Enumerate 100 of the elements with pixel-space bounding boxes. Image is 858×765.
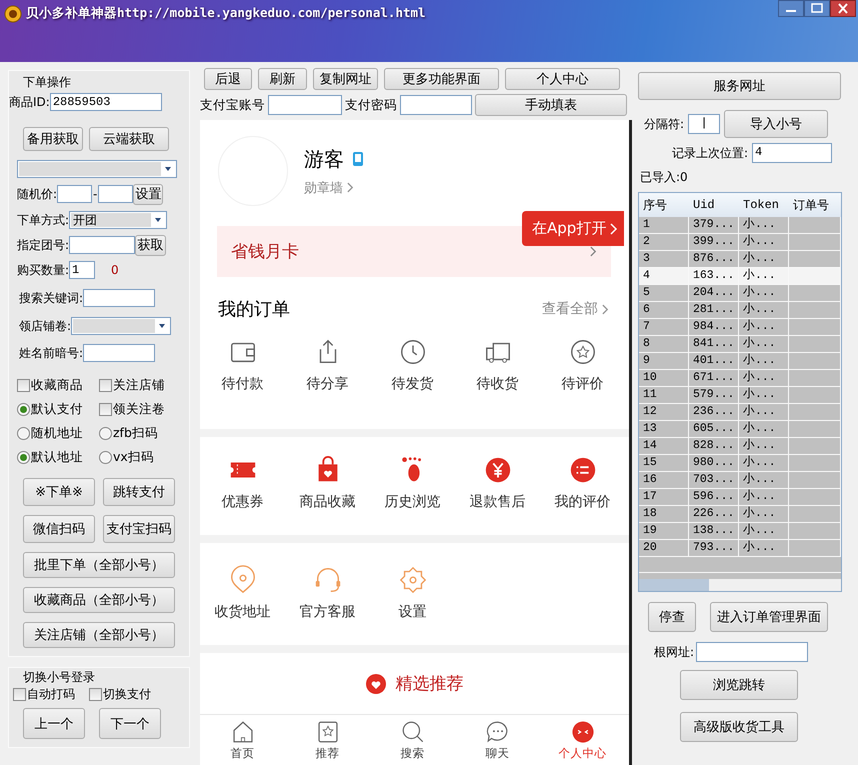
- chevron-icon: [590, 246, 597, 257]
- min-price-field[interactable]: [57, 185, 92, 203]
- table-row[interactable]: 19 138... 小...: [639, 523, 841, 540]
- service-link[interactable]: 退款售后: [470, 493, 526, 511]
- action-button[interactable]: 收藏商品（全部小号）: [23, 587, 175, 613]
- root-url-field[interactable]: [696, 642, 808, 662]
- order-status-link[interactable]: 待收货: [476, 375, 518, 393]
- stop-button[interactable]: 停查: [648, 602, 696, 632]
- column-header[interactable]: Token: [739, 198, 789, 212]
- table-row[interactable]: 12 236... 小...: [639, 404, 841, 421]
- table-row[interactable]: 17 596... 小...: [639, 489, 841, 506]
- radio-button[interactable]: [99, 451, 112, 464]
- fetch-button[interactable]: 备用获取: [23, 127, 83, 151]
- separator-field[interactable]: |: [688, 114, 720, 134]
- set-button[interactable]: 设置: [133, 184, 164, 204]
- checkbox[interactable]: [99, 379, 112, 392]
- fill-form-button[interactable]: 手动填表: [475, 94, 627, 116]
- badge-wall-link[interactable]: 勋章墙: [304, 178, 364, 196]
- table-row[interactable]: 13 605... 小...: [639, 421, 841, 438]
- table-row[interactable]: 14 828... 小...: [639, 438, 841, 455]
- import-button[interactable]: 导入小号: [724, 110, 828, 138]
- last-position-field[interactable]: 4: [752, 143, 832, 163]
- table-row[interactable]: 15 980... 小...: [639, 455, 841, 472]
- action-button[interactable]: 关注店铺（全部小号）: [23, 622, 175, 648]
- column-header[interactable]: 订单号: [789, 196, 841, 214]
- radio-button[interactable]: [99, 427, 112, 440]
- toolbar-button[interactable]: 复制网址: [313, 68, 378, 90]
- table-row[interactable]: 7 984... 小...: [639, 319, 841, 336]
- group-number-field[interactable]: [69, 236, 136, 254]
- nav-tab[interactable]: 推荐: [285, 715, 370, 765]
- checkbox[interactable]: [17, 379, 30, 392]
- table-row[interactable]: 2 399... 小...: [639, 234, 841, 251]
- table-row[interactable]: 9 401... 小...: [639, 353, 841, 370]
- toolbar-button[interactable]: 个人中心: [505, 68, 620, 90]
- advanced-tool-button[interactable]: 高级版收货工具: [680, 712, 798, 742]
- table-row[interactable]: 8 841... 小...: [639, 336, 841, 353]
- toolbar-button[interactable]: 后退: [204, 68, 252, 90]
- scrollbar-thumb[interactable]: [639, 579, 709, 591]
- radio-button[interactable]: [17, 451, 30, 464]
- view-all-link[interactable]: 查看全部: [542, 300, 609, 318]
- alipay-account-field[interactable]: [268, 95, 342, 115]
- radio-button[interactable]: [17, 427, 30, 440]
- service-link[interactable]: 优惠券: [222, 493, 264, 511]
- order-status-link[interactable]: 待付款: [222, 375, 264, 393]
- coupon-dropdown[interactable]: [71, 317, 172, 335]
- browse-button[interactable]: 浏览跳转: [680, 670, 798, 700]
- get-button[interactable]: 获取: [135, 234, 166, 256]
- service-link[interactable]: 历史浏览: [384, 493, 440, 511]
- action-button[interactable]: ※下单※: [23, 478, 95, 506]
- close-button[interactable]: [830, 0, 856, 17]
- action-button[interactable]: 微信扫码: [23, 515, 95, 543]
- table-row[interactable]: 18 226... 小...: [639, 506, 841, 523]
- service-link[interactable]: 我的评价: [554, 493, 610, 511]
- nav-tab[interactable]: 首页: [200, 715, 285, 765]
- toolbar-button[interactable]: 更多功能界面: [384, 68, 499, 90]
- order-mode-dropdown[interactable]: 开团: [69, 211, 168, 229]
- tool-link[interactable]: 收货地址: [214, 603, 270, 621]
- field-label: 姓名前暗号:: [19, 344, 84, 362]
- order-status-link[interactable]: 待发货: [392, 375, 434, 393]
- checkbox[interactable]: [99, 403, 112, 416]
- previous-button[interactable]: 上一个: [23, 708, 85, 739]
- nav-tab[interactable]: 搜索: [370, 715, 455, 765]
- alipay-password-field[interactable]: [400, 95, 472, 115]
- checkbox[interactable]: [13, 688, 26, 701]
- name-code-field[interactable]: [83, 344, 156, 362]
- order-management-button[interactable]: 进入订单管理界面: [710, 602, 828, 632]
- toolbar-button[interactable]: 刷新: [258, 68, 307, 90]
- checkbox[interactable]: [89, 688, 102, 701]
- radio-button[interactable]: [17, 403, 30, 416]
- table-row[interactable]: 4 163... 小...: [639, 268, 841, 285]
- max-price-field[interactable]: [98, 185, 134, 203]
- table-row[interactable]: 5 204... 小...: [639, 285, 841, 302]
- action-button[interactable]: 跳转支付: [103, 478, 175, 506]
- tool-link[interactable]: 设置: [398, 603, 426, 621]
- service-link[interactable]: 商品收藏: [300, 493, 356, 511]
- minimize-button[interactable]: [778, 0, 804, 17]
- order-status-link[interactable]: 待分享: [306, 375, 348, 393]
- nav-tab[interactable]: 个人中心: [540, 715, 625, 765]
- column-header[interactable]: Uid: [689, 198, 739, 212]
- action-button[interactable]: 支付宝扫码: [103, 515, 175, 543]
- column-header[interactable]: 序号: [639, 196, 689, 214]
- service-url-button[interactable]: 服务网址: [638, 72, 841, 100]
- fetch-button[interactable]: 云端获取: [89, 127, 169, 151]
- table-row[interactable]: 11 579... 小...: [639, 387, 841, 404]
- field-label: 记录上次位置:: [672, 144, 748, 162]
- quantity-field[interactable]: 1: [69, 261, 96, 279]
- table-row[interactable]: 10 671... 小...: [639, 370, 841, 387]
- open-in-app-button[interactable]: 在App打开: [522, 211, 624, 246]
- table-row[interactable]: 1 379... 小...: [639, 217, 841, 234]
- tool-link[interactable]: 官方客服: [300, 603, 356, 621]
- dropdown[interactable]: [17, 160, 177, 178]
- nav-tab[interactable]: 聊天: [455, 715, 540, 765]
- table-row[interactable]: 16 703... 小...: [639, 472, 841, 489]
- order-status-link[interactable]: 待评价: [562, 375, 604, 393]
- product-id-field[interactable]: 28859503: [50, 93, 162, 111]
- next-button[interactable]: 下一个: [99, 708, 161, 739]
- action-button[interactable]: 批里下单（全部小号）: [23, 552, 175, 578]
- table-row[interactable]: 6 281... 小...: [639, 302, 841, 319]
- maximize-button[interactable]: [804, 0, 830, 17]
- keyword-field[interactable]: [83, 289, 156, 307]
